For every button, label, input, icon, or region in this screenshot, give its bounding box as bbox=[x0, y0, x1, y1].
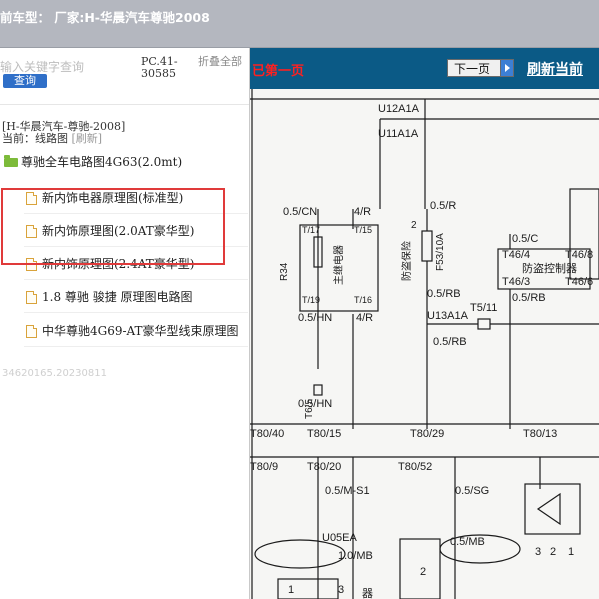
current-label: 当前：线路图 bbox=[2, 132, 68, 145]
component-label: 器 bbox=[362, 587, 373, 599]
diagram-code: PC.41-30585 bbox=[141, 55, 178, 80]
first-page-indicator: 已第一页 bbox=[252, 64, 305, 79]
pin-label: T/16 bbox=[354, 295, 372, 305]
component-label: 防盗保险 bbox=[400, 241, 413, 281]
pin-label: 3 bbox=[535, 546, 541, 558]
current-location: 当前：线路图 [刷新] bbox=[2, 130, 102, 146]
tree-item[interactable]: 中华尊驰4G69-AT豪华型线束原理图 bbox=[26, 322, 239, 340]
component-label: F53/10A bbox=[435, 233, 446, 271]
panel-divider bbox=[0, 104, 249, 105]
pin-label: 1 bbox=[568, 546, 574, 558]
wire-label: 1.0/MB bbox=[338, 550, 373, 562]
tree-item-label: 1.8 尊驰 骏捷 原理图电路图 bbox=[42, 290, 193, 304]
connector-label: T80/9 bbox=[250, 461, 278, 473]
tree-item[interactable]: 1.8 尊驰 骏捷 原理图电路图 bbox=[26, 288, 193, 306]
file-icon bbox=[26, 291, 37, 304]
pin-label: 2 bbox=[420, 566, 426, 578]
pin-label: T46/8 bbox=[565, 249, 593, 261]
viewer-toolbar: 已第一页 下一页 刷新当前 bbox=[250, 48, 599, 89]
connector-label: T80/15 bbox=[307, 428, 341, 440]
pin-label: T5/11 bbox=[470, 302, 497, 314]
wire-label: 4/R bbox=[354, 206, 371, 218]
connector-label: T80/20 bbox=[307, 461, 341, 473]
wire-label: 0.5/R bbox=[430, 200, 456, 212]
wire-label: U05EA bbox=[322, 532, 358, 544]
wire-label: 0.5/HN bbox=[298, 312, 332, 324]
left-navigation-panel: 输入关键字查询 查询 PC.41-30585 折叠全部 [H-华晨汽车-尊驰-2… bbox=[0, 48, 250, 599]
pin-label: T46/6 bbox=[565, 276, 593, 288]
component-label: R34 bbox=[279, 262, 290, 281]
folder-icon bbox=[4, 155, 18, 167]
tree-item-label: 中华尊驰4G69-AT豪华型线束原理图 bbox=[42, 324, 239, 338]
vehicle-title: 前车型： 厂家:H-华晨汽车尊驰2008 bbox=[0, 10, 210, 25]
wire-label: U12A1A bbox=[378, 103, 420, 115]
wire-label: 0.5/MB bbox=[450, 536, 485, 548]
pin-label: T46/4 bbox=[502, 249, 530, 261]
component-label: 防盗控制器 bbox=[522, 261, 577, 275]
file-icon bbox=[26, 325, 37, 338]
refresh-link[interactable]: [刷新] bbox=[72, 132, 103, 145]
connector-label: T80/29 bbox=[410, 428, 444, 440]
wire-label: U13A1A bbox=[427, 310, 469, 322]
tree-separator bbox=[24, 312, 248, 313]
wire-label: 0.5/C bbox=[512, 233, 538, 245]
wire-label: 0.5/RB bbox=[512, 292, 546, 304]
version-label: 34620165.20230811 bbox=[2, 368, 107, 379]
pin-label: T/15 bbox=[354, 225, 372, 235]
top-header-bar: 前车型： 厂家:H-华晨汽车尊驰2008 bbox=[0, 0, 599, 48]
connector-label: T80/13 bbox=[523, 428, 557, 440]
pin-label: 3 bbox=[338, 584, 344, 596]
next-page-button[interactable]: 下一页 bbox=[447, 59, 514, 77]
component-label: 2 bbox=[411, 220, 417, 231]
pin-label: T/17 bbox=[302, 225, 320, 235]
wire-label: 0.5/CN bbox=[283, 206, 317, 218]
pin-label: T/19 bbox=[302, 295, 320, 305]
query-button[interactable]: 查询 bbox=[3, 74, 47, 88]
wire-label: 0.5/RB bbox=[433, 336, 467, 348]
selected-item-highlight bbox=[1, 188, 225, 265]
tree-root-folder[interactable]: 尊驰全车电路图4G63(2.0mt) bbox=[4, 153, 182, 171]
next-page-label: 下一页 bbox=[454, 62, 491, 76]
pin-label: 2 bbox=[550, 546, 556, 558]
arrow-right-icon bbox=[500, 59, 514, 77]
tree-root-label: 尊驰全车电路图4G63(2.0mt) bbox=[21, 155, 183, 169]
wire-label: 0.5/SG bbox=[455, 485, 489, 497]
pin-label: T46/3 bbox=[502, 276, 530, 288]
component-label: 主继电器 bbox=[332, 245, 345, 285]
connector-label: T80/52 bbox=[398, 461, 432, 473]
wiring-diagram[interactable]: U12A1A U11A1A 0.5/CN 4/R T/17 T/15 主继电器 … bbox=[250, 89, 599, 599]
tree-separator bbox=[24, 346, 248, 347]
refresh-current-link[interactable]: 刷新当前 bbox=[527, 59, 583, 79]
wire-label: 0.5/HN bbox=[298, 398, 332, 410]
fold-all-link[interactable]: 折叠全部 bbox=[198, 56, 244, 68]
wire-label: 0.5/RB bbox=[427, 288, 461, 300]
diagram-viewer: 已第一页 下一页 刷新当前 U12A1A U11A1A 0.5/CN 4/R T… bbox=[250, 48, 599, 599]
wire-label: 4/R bbox=[356, 312, 373, 324]
wire-label: 0.5/M-S1 bbox=[325, 485, 370, 497]
wire-label: U11A1A bbox=[378, 128, 419, 140]
connector-label: T80/40 bbox=[250, 428, 284, 440]
pin-label: 1 bbox=[288, 584, 294, 596]
tree-separator bbox=[24, 279, 248, 280]
